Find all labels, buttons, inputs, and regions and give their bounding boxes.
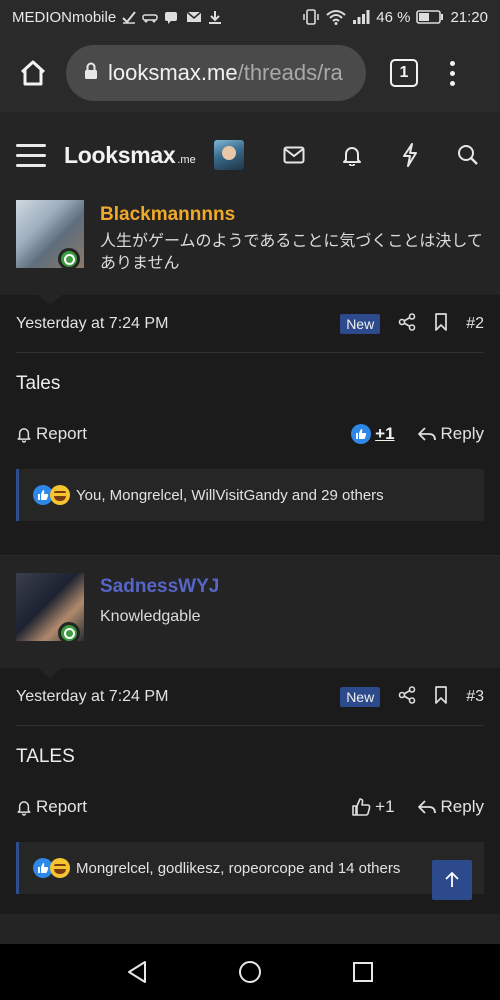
- reply-arrow-icon: [417, 427, 436, 441]
- recents-button[interactable]: [348, 957, 378, 987]
- new-badge: New: [340, 314, 381, 334]
- post-meta: Yesterday at 7:24 PM New #3: [16, 685, 484, 709]
- post-timestamp[interactable]: Yesterday at 7:24 PM: [16, 688, 168, 706]
- recents-square-icon: [353, 962, 374, 982]
- browser-toolbar: looksmax.me/threads/ra 1: [0, 34, 500, 112]
- post-number-link[interactable]: #2: [466, 315, 484, 333]
- lightning-icon[interactable]: [398, 143, 422, 167]
- account-avatar[interactable]: [213, 140, 244, 170]
- battery-percent: 46 %: [376, 8, 411, 26]
- reply-button[interactable]: Reply: [417, 424, 484, 444]
- home-icon: [20, 60, 46, 86]
- post-body: Tales: [16, 373, 61, 394]
- report-button[interactable]: Report: [16, 424, 87, 444]
- online-status-icon: [58, 622, 80, 644]
- post-user-block: Blackmannnns 人生がゲームのようであることに気づくことは決してありま…: [0, 198, 500, 295]
- reactions-text: You, Mongrelcel, WillVisitGandy and 29 o…: [76, 486, 384, 504]
- site-header: Looksmax .me: [0, 112, 500, 198]
- hamburger-menu-icon[interactable]: [16, 143, 46, 167]
- wifi-icon: [326, 9, 346, 25]
- battery-icon: [416, 10, 444, 24]
- system-navigation-bar: [0, 944, 500, 1000]
- post-actions: Report +1 Reply: [16, 422, 484, 446]
- home-button[interactable]: [12, 52, 54, 94]
- report-button[interactable]: Report: [16, 797, 87, 817]
- site-logo[interactable]: Looksmax .me: [64, 142, 196, 169]
- post-user-block: SadnessWYJ Knowledgable: [0, 556, 500, 668]
- report-label: Report: [36, 424, 88, 443]
- arrow-up-icon: [445, 871, 459, 887]
- carrier-label: MEDIONmobile: [12, 8, 117, 26]
- like-button[interactable]: +1: [351, 797, 395, 817]
- username-link[interactable]: Blackmannnns: [100, 204, 235, 226]
- clock: 21:20: [450, 8, 488, 26]
- reply-label: Reply: [440, 797, 484, 816]
- bookmark-icon[interactable]: [434, 312, 448, 336]
- user-block-pointer: [38, 668, 62, 678]
- post-number-link[interactable]: #3: [466, 688, 484, 706]
- post-body: TALES: [16, 746, 75, 767]
- post-meta: Yesterday at 7:24 PM New #2: [16, 312, 484, 336]
- reply-button[interactable]: Reply: [417, 797, 484, 817]
- report-label: Report: [36, 797, 88, 816]
- vibrate-icon: [302, 9, 320, 25]
- bookmark-icon[interactable]: [434, 685, 448, 709]
- report-bell-icon: [17, 801, 31, 816]
- back-triangle-icon: [127, 961, 146, 983]
- like-count: +1: [375, 424, 395, 443]
- home-nav-button[interactable]: [235, 957, 265, 987]
- post-actions: Report +1 Reply: [16, 795, 484, 819]
- divider: [16, 352, 484, 353]
- reply-arrow-icon: [417, 800, 436, 814]
- divider: [16, 725, 484, 726]
- haha-reaction-icon: [50, 858, 70, 878]
- user-title: Knowledgable: [100, 608, 201, 625]
- home-circle-icon: [238, 961, 261, 983]
- share-icon[interactable]: [398, 685, 416, 709]
- reactions-summary[interactable]: You, Mongrelcel, WillVisitGandy and 29 o…: [16, 469, 484, 521]
- mail-notification-icon: [186, 10, 202, 24]
- like-button[interactable]: +1: [351, 424, 395, 444]
- report-bell-icon: [17, 428, 31, 443]
- inbox-icon[interactable]: [282, 143, 306, 167]
- user-title: 人生がゲームのようであることに気づくことは決してありません: [100, 233, 483, 272]
- new-badge: New: [340, 687, 381, 707]
- back-button[interactable]: [122, 957, 152, 987]
- tab-switcher-button[interactable]: 1: [390, 59, 418, 87]
- messenger-notification-icon: [164, 10, 180, 24]
- like-count: +1: [375, 797, 395, 816]
- status-bar: MEDIONmobile 46 % 21:20: [0, 0, 500, 34]
- post-timestamp[interactable]: Yesterday at 7:24 PM: [16, 315, 168, 333]
- scroll-to-top-button[interactable]: [432, 860, 472, 900]
- user-block-pointer: [38, 295, 62, 305]
- download-notification-icon: [208, 10, 222, 24]
- url-domain: looksmax.me: [108, 60, 238, 85]
- logo-suffix: .me: [177, 153, 196, 166]
- bell-icon[interactable]: [340, 143, 364, 167]
- thumbs-up-outline-icon: [352, 798, 371, 816]
- search-icon[interactable]: [456, 143, 480, 167]
- next-post-user-block: [0, 914, 500, 944]
- logo-text: Looksmax: [64, 141, 176, 168]
- username-link[interactable]: SadnessWYJ: [100, 576, 219, 598]
- reactions-summary[interactable]: Mongrelcel, godlikesz, ropeorcope and 14…: [16, 842, 484, 894]
- url-path: /threads/ra: [237, 60, 343, 85]
- signal-icon: [352, 9, 370, 25]
- car-notification-icon: [142, 11, 158, 23]
- check-notification-icon: [122, 10, 136, 24]
- url-bar[interactable]: looksmax.me/threads/ra: [66, 45, 366, 101]
- reply-label: Reply: [440, 424, 484, 443]
- share-icon[interactable]: [398, 312, 416, 336]
- like-filled-icon: [351, 424, 372, 444]
- browser-menu-button[interactable]: [442, 60, 462, 86]
- haha-reaction-icon: [50, 485, 70, 505]
- reactions-text: Mongrelcel, godlikesz, ropeorcope and 14…: [76, 859, 401, 877]
- lock-icon: [84, 60, 98, 86]
- online-status-icon: [58, 248, 80, 270]
